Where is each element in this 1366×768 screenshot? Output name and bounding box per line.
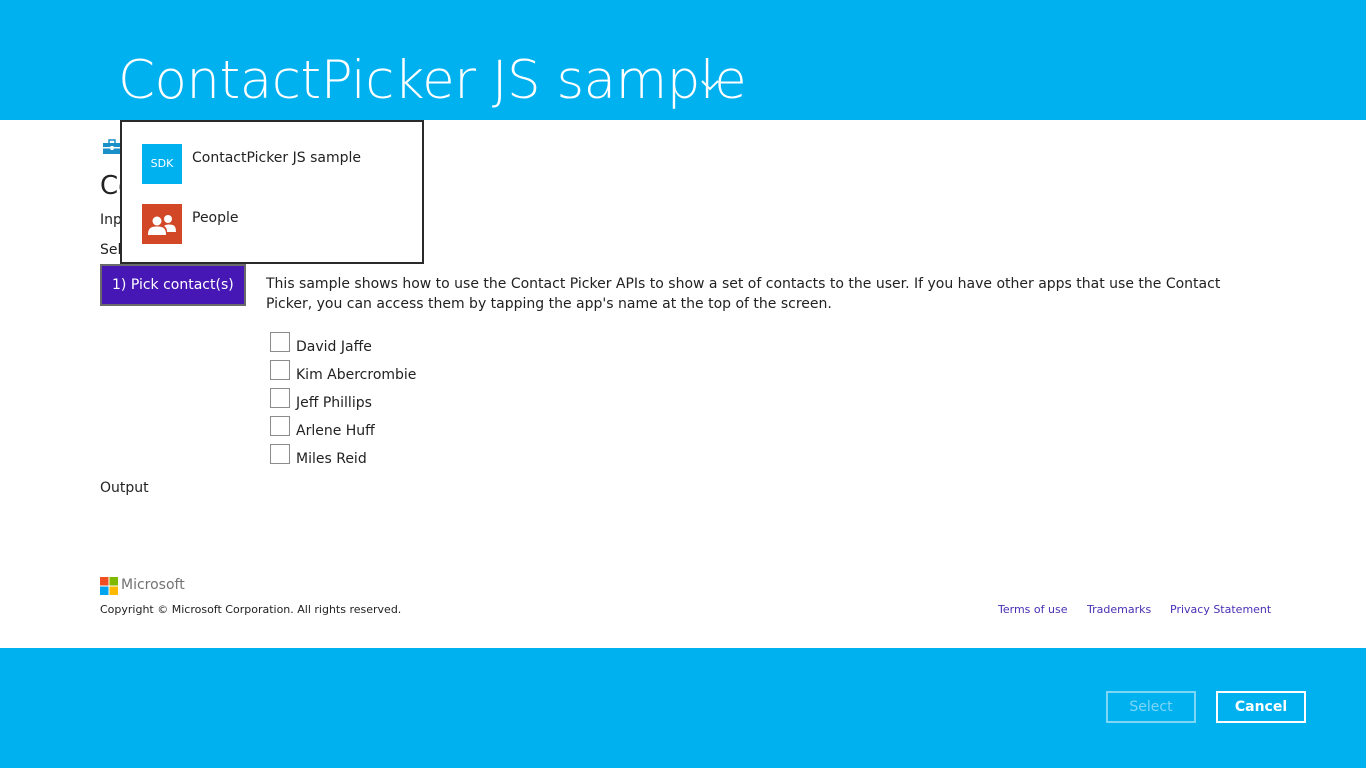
pick-contacts-button[interactable]: 1) Pick contact(s) — [100, 264, 246, 306]
app-switcher-item-label: People — [192, 210, 239, 226]
contact-name: Miles Reid — [296, 451, 367, 467]
select-button[interactable]: Select — [1106, 691, 1196, 723]
app-switcher-item-sample[interactable]: SDK ContactPicker JS sample — [142, 144, 412, 186]
app-title[interactable]: ContactPicker JS sample — [118, 46, 747, 116]
microsoft-brand: Microsoft — [121, 577, 185, 593]
contact-name: Jeff Phillips — [296, 395, 372, 411]
contact-name: Kim Abercrombie — [296, 367, 417, 383]
input-heading: Inp — [100, 212, 122, 228]
app-switcher-menu: SDK ContactPicker JS sample People — [120, 120, 424, 264]
contact-checkbox[interactable] — [270, 332, 290, 352]
sample-description: This sample shows how to use the Contact… — [266, 276, 1221, 312]
toolbox-icon — [103, 139, 121, 154]
app-header: ContactPicker JS sample — [0, 0, 1366, 120]
copyright-text: Copyright © Microsoft Corporation. All r… — [100, 603, 402, 616]
microsoft-logo-icon — [100, 577, 118, 595]
cancel-button[interactable]: Cancel — [1216, 691, 1306, 723]
output-heading: Output — [100, 480, 149, 496]
app-switcher-item-label: ContactPicker JS sample — [192, 150, 361, 166]
contact-checkbox[interactable] — [270, 444, 290, 464]
contact-name: Arlene Huff — [296, 423, 375, 439]
contact-checkbox[interactable] — [270, 416, 290, 436]
terms-of-use-link[interactable]: Terms of use — [998, 602, 1067, 618]
people-tile-icon — [142, 204, 182, 244]
sdk-tile-icon: SDK — [142, 144, 182, 184]
contact-name: David Jaffe — [296, 339, 372, 355]
trademarks-link[interactable]: Trademarks — [1087, 602, 1151, 618]
app-switcher-item-people[interactable]: People — [142, 204, 412, 246]
chevron-down-icon[interactable] — [700, 78, 720, 92]
people-icon — [148, 215, 176, 235]
sdk-tile-text: SDK — [150, 157, 174, 170]
contact-checkbox[interactable] — [270, 388, 290, 408]
contact-checkbox[interactable] — [270, 360, 290, 380]
privacy-statement-link[interactable]: Privacy Statement — [1170, 602, 1271, 618]
select-scenario-label: Sel — [100, 242, 122, 258]
